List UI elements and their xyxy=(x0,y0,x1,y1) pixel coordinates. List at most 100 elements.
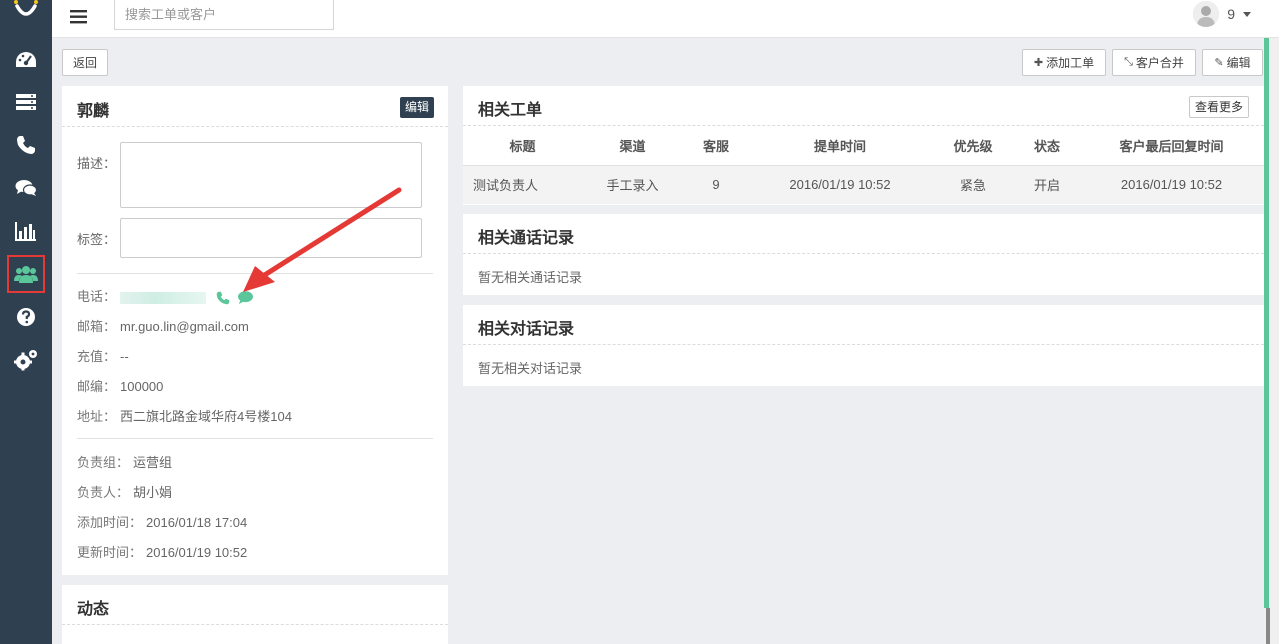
address-label: 地址： xyxy=(77,409,117,424)
customer-edit-button[interactable]: 编辑 xyxy=(399,97,434,118)
calls-empty-text: 暂无相关通话记录 xyxy=(478,270,583,285)
column-header: 标题 xyxy=(463,126,582,166)
last-reply-cell: 2016/01/19 10:52 xyxy=(1079,165,1264,204)
hamburger-icon xyxy=(70,10,87,24)
chat-icon xyxy=(15,180,37,196)
updated-row: 更新时间： 2016/01/19 10:52 xyxy=(77,542,247,561)
owner-label: 负责人： xyxy=(77,485,130,500)
priority-cell: 紧急 xyxy=(931,165,1015,204)
scrollbar-accent xyxy=(1264,38,1269,608)
sidebar-item-reports[interactable] xyxy=(8,213,44,249)
merge-customer-button[interactable]: ⤡ 客户合并 xyxy=(1112,49,1196,76)
related-chats-card: 相关对话记录 暂无相关对话记录 xyxy=(463,305,1264,386)
phone-row: 电话： xyxy=(77,286,254,305)
activity-card: 动态 xyxy=(62,585,448,644)
settings-icon xyxy=(14,350,37,371)
zip-value: 100000 xyxy=(120,379,164,394)
description-field[interactable] xyxy=(120,142,422,208)
phone-label: 电话： xyxy=(77,289,117,304)
edit-label: 编辑 xyxy=(1226,56,1251,70)
created-row: 添加时间： 2016/01/18 17:04 xyxy=(77,512,247,531)
customer-header: 郭麟 编辑 xyxy=(62,86,448,127)
address-row: 地址： 西二旗北路金域华府4号楼104 xyxy=(77,406,292,425)
group-label: 负责组： xyxy=(77,455,130,470)
plus-icon: ✚ xyxy=(1033,57,1044,69)
table-header-row: 标题 渠道 客服 提单时间 优先级 状态 客户最后回复时间 xyxy=(463,126,1264,166)
avatar xyxy=(1193,1,1220,27)
phone-icon xyxy=(17,136,35,154)
status-cell: 开启 xyxy=(1015,165,1079,204)
chats-header: 相关对话记录 xyxy=(463,305,1264,345)
edit-icon: ✎ xyxy=(1214,57,1224,69)
chats-title: 相关对话记录 xyxy=(478,321,575,338)
server-icon xyxy=(16,94,36,110)
logo-icon xyxy=(14,0,38,16)
column-header: 渠道 xyxy=(582,126,683,166)
sidebar-item-customers[interactable] xyxy=(7,255,45,293)
sidebar-item-help[interactable] xyxy=(8,299,44,335)
owner-row: 负责人： 胡小娟 xyxy=(77,482,172,501)
recharge-row: 充值： -- xyxy=(77,346,129,365)
column-header: 状态 xyxy=(1015,126,1079,166)
sidebar-item-dashboard[interactable] xyxy=(8,42,44,78)
sidebar-item-phone[interactable] xyxy=(8,127,44,163)
back-button[interactable]: 返回 xyxy=(62,49,108,76)
column-header: 优先级 xyxy=(931,126,1015,166)
tickets-title: 相关工单 xyxy=(478,102,543,119)
edit-button[interactable]: ✎ 编辑 xyxy=(1202,49,1263,76)
recharge-label: 充值： xyxy=(77,349,117,364)
sidebar xyxy=(0,0,52,644)
merge-customer-label: 客户合并 xyxy=(1135,56,1184,70)
top-bar: 9 xyxy=(52,0,1279,38)
ticket-title-cell[interactable]: 测试负责人 xyxy=(463,165,582,204)
submitted-time-cell: 2016/01/19 10:52 xyxy=(749,165,931,204)
created-label: 添加时间： xyxy=(77,515,143,530)
tags-field[interactable] xyxy=(120,218,422,258)
back-label: 返回 xyxy=(72,56,97,70)
search-input[interactable] xyxy=(114,0,334,30)
activity-header: 动态 xyxy=(62,585,448,625)
compress-icon: ⤡ xyxy=(1124,56,1133,68)
updated-value: 2016/01/19 10:52 xyxy=(146,545,248,560)
zip-label: 邮编： xyxy=(77,379,117,394)
calls-title: 相关通话记录 xyxy=(478,230,575,247)
add-ticket-button[interactable]: ✚ 添加工单 xyxy=(1022,49,1106,76)
dashboard-icon xyxy=(16,52,36,67)
sidebar-item-server[interactable] xyxy=(8,84,44,120)
zip-row: 邮编： 100000 xyxy=(77,376,163,395)
scrollbar-thumb[interactable] xyxy=(1266,608,1270,644)
created-value: 2016/01/18 17:04 xyxy=(146,515,248,530)
tickets-header: 相关工单 查看更多 xyxy=(463,86,1264,126)
tags-label: 标签： xyxy=(77,232,117,247)
recharge-value: -- xyxy=(120,349,129,364)
user-avatar-icon xyxy=(1193,1,1220,27)
channel-cell: 手工录入 xyxy=(582,165,683,204)
table-row[interactable]: 测试负责人 手工录入 9 2016/01/19 10:52 紧急 开启 2016… xyxy=(463,165,1264,204)
view-more-button[interactable]: 查看更多 xyxy=(1188,96,1249,118)
column-header: 客服 xyxy=(683,126,749,166)
email-row: 邮箱： mr.guo.lin@gmail.com xyxy=(77,316,249,335)
customer-card: 郭麟 编辑 描述： 标签： 电话： 邮箱： mr.guo.lin@gmail.co… xyxy=(62,86,448,575)
customer-name: 郭麟 xyxy=(77,103,110,120)
email-label: 邮箱： xyxy=(77,319,117,334)
user-menu[interactable]: 9 xyxy=(1193,0,1251,28)
user-name: 9 xyxy=(1227,6,1235,22)
bar-chart-icon xyxy=(15,222,36,241)
email-value: mr.guo.lin@gmail.com xyxy=(120,319,249,334)
sidebar-item-settings[interactable] xyxy=(8,342,44,378)
related-calls-card: 相关通话记录 暂无相关通话记录 xyxy=(463,214,1264,295)
add-ticket-label: 添加工单 xyxy=(1046,56,1095,70)
call-icon[interactable] xyxy=(216,291,230,305)
divider xyxy=(77,273,433,274)
group-value: 运营组 xyxy=(133,455,173,470)
logo xyxy=(0,0,52,38)
scrollbar[interactable] xyxy=(1264,38,1279,644)
owner-value: 胡小娟 xyxy=(133,485,173,500)
column-header: 客户最后回复时间 xyxy=(1079,126,1264,166)
sidebar-item-chat[interactable] xyxy=(8,170,44,206)
help-icon xyxy=(17,308,35,326)
users-icon xyxy=(14,266,38,283)
menu-toggle-button[interactable] xyxy=(68,5,90,27)
divider xyxy=(77,438,433,439)
message-icon[interactable] xyxy=(237,290,254,305)
